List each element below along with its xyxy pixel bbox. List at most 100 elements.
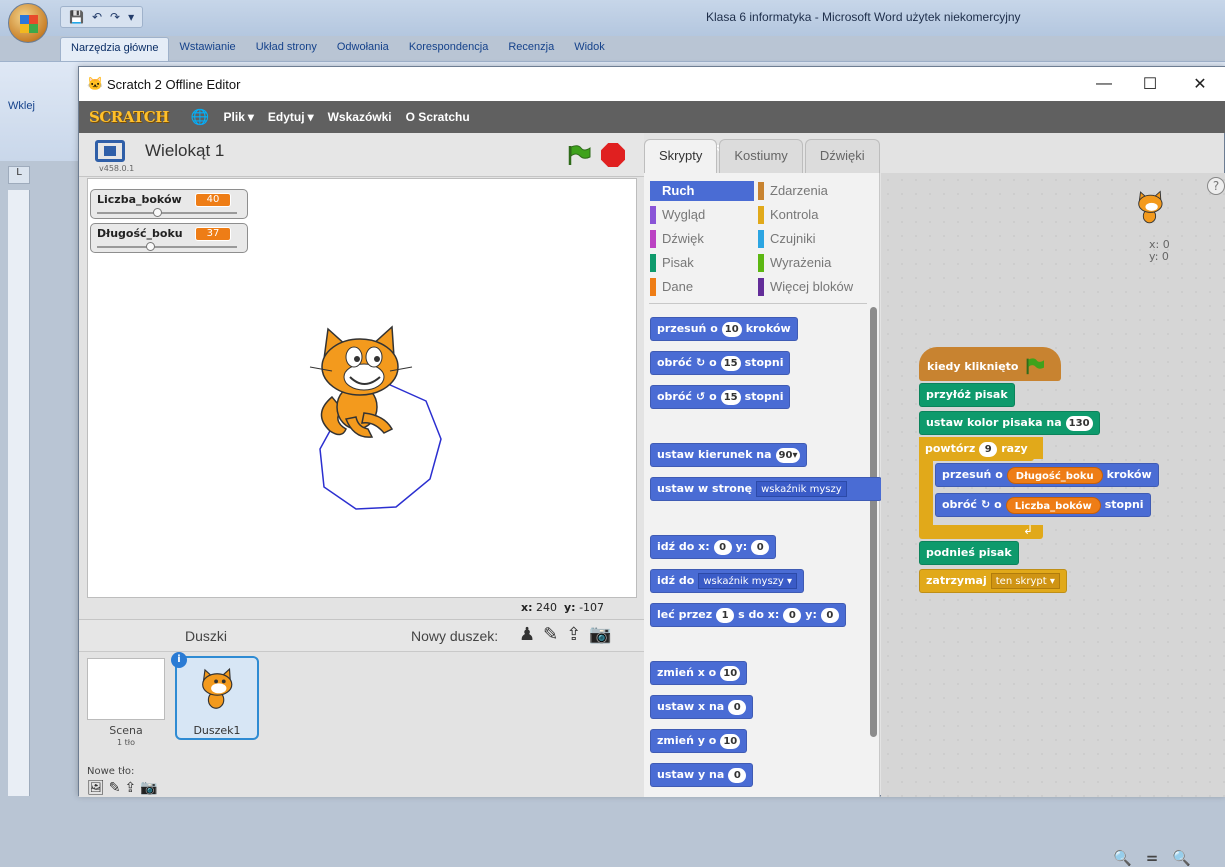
x-slot[interactable]: 0 — [783, 607, 802, 623]
block-move-steps[interactable]: przesuń o 10 kroków — [650, 317, 798, 341]
stage-thumbnail[interactable] — [87, 658, 165, 720]
zoom-reset-icon[interactable]: = — [1146, 849, 1159, 867]
x-slot[interactable]: 0 — [713, 539, 732, 555]
zoom-out-icon[interactable]: 🔍 — [1113, 849, 1132, 867]
block-set-pen-color[interactable]: ustaw kolor pisaka na 130 — [919, 411, 1100, 435]
slider-knob[interactable] — [146, 242, 155, 251]
camera-backdrop-icon[interactable]: 📷 — [140, 780, 157, 796]
upload-sprite-icon[interactable]: ⇪ — [566, 624, 581, 645]
stop-icon[interactable] — [601, 143, 625, 167]
scratch-logo[interactable]: SCRATCH — [89, 108, 169, 126]
green-flag-icon[interactable] — [567, 144, 591, 166]
word-tab-home[interactable]: Narzędzia główne — [60, 37, 170, 61]
tab-scripts[interactable]: Skrypty — [644, 139, 718, 173]
category-sensing[interactable]: Czujniki — [758, 229, 862, 249]
y-slot[interactable]: 0 — [751, 539, 770, 555]
stage-canvas[interactable]: Liczba_boków 40 Długość_boku 37 — [87, 178, 637, 598]
block-repeat-header[interactable]: powtórz 9 razy — [919, 437, 1034, 461]
block-pen-down[interactable]: przyłóż pisak — [919, 383, 1015, 407]
save-icon[interactable]: 💾 — [69, 10, 84, 24]
dropdown-slot[interactable]: ten skrypt ▾ — [990, 573, 1060, 589]
direction-slot[interactable]: 90▾ — [775, 447, 801, 463]
menu-file[interactable]: Plik ▾ — [224, 110, 254, 124]
block-goto[interactable]: idź do wskaźnik myszy ▾ — [650, 569, 805, 593]
block-glide[interactable]: leć przez 1 s do x: 0 y: 0 — [650, 603, 846, 627]
y-slot[interactable]: 0 — [820, 607, 839, 623]
menu-edit[interactable]: Edytuj ▾ — [268, 110, 314, 124]
variable-reporter[interactable]: Liczba_boków — [1005, 496, 1101, 514]
dropdown-slot[interactable]: wskaźnik myszy — [756, 481, 847, 497]
customize-icon[interactable]: ▾ — [128, 10, 134, 24]
block-change-y[interactable]: zmień y o 10 — [650, 729, 748, 753]
block-pen-up[interactable]: podnieś pisak — [919, 541, 1019, 565]
number-slot[interactable]: 10 — [721, 321, 742, 337]
block-point-towards[interactable]: ustaw w stronę wskaźnik myszy — [650, 477, 882, 501]
globe-icon[interactable]: 🌐 — [191, 108, 210, 126]
zoom-in-icon[interactable]: 🔍 — [1172, 849, 1191, 867]
block-set-y[interactable]: ustaw y na 0 — [650, 763, 754, 787]
tab-costumes[interactable]: Kostiumy — [719, 139, 803, 173]
info-icon[interactable]: i — [171, 652, 187, 668]
category-events[interactable]: Zdarzenia — [758, 181, 862, 201]
redo-icon[interactable]: ↷ — [110, 10, 120, 24]
block-move-variable[interactable]: przesuń o Długość_boku kroków — [935, 463, 1159, 487]
choose-sprite-library-icon[interactable]: ♟ — [519, 624, 535, 645]
maximize-button[interactable]: ☐ — [1127, 67, 1173, 101]
category-pen[interactable]: Pisak — [650, 253, 754, 273]
category-control[interactable]: Kontrola — [758, 205, 862, 225]
paint-backdrop-icon[interactable]: ✎ — [109, 780, 121, 796]
undo-icon[interactable]: ↶ — [92, 10, 102, 24]
number-slot[interactable]: 15 — [720, 355, 741, 371]
variable-reporter[interactable]: Długość_boku — [1006, 466, 1103, 484]
dropdown-slot[interactable]: wskaźnik myszy ▾ — [698, 573, 798, 589]
script-area[interactable]: ? x: 0 y: 0 kiedy kliknięto przyłóż pisak… — [881, 173, 1225, 867]
number-slot[interactable]: 15 — [720, 389, 741, 405]
menu-tips[interactable]: Wskazówki — [328, 110, 392, 124]
category-motion[interactable]: Ruch — [650, 181, 754, 201]
block-turn-variable[interactable]: obróć ↻ o Liczba_boków stopni — [935, 493, 1151, 517]
number-slot[interactable]: 0 — [728, 767, 747, 783]
category-looks[interactable]: Wygląd — [650, 205, 754, 225]
project-title[interactable]: Wielokąt 1 — [145, 141, 224, 161]
number-slot[interactable]: 10 — [720, 733, 741, 749]
word-tab-view[interactable]: Widok — [564, 37, 615, 61]
category-more-blocks[interactable]: Więcej bloków — [758, 277, 862, 297]
block-stop[interactable]: zatrzymaj ten skrypt ▾ — [919, 569, 1067, 593]
tab-selector[interactable]: L — [8, 166, 30, 184]
word-tab-review[interactable]: Recenzja — [498, 37, 564, 61]
block-set-x[interactable]: ustaw x na 0 — [650, 695, 754, 719]
sprite-thumbnail[interactable]: i Duszek1 — [171, 652, 259, 740]
block-turn-right[interactable]: obróć ↻ o 15 stopni — [650, 351, 791, 375]
camera-icon[interactable]: 📷 — [589, 624, 611, 645]
block-turn-left[interactable]: obróć ↺ o 15 stopni — [650, 385, 791, 409]
number-slot[interactable]: 0 — [728, 699, 747, 715]
help-icon[interactable]: ? — [1207, 177, 1225, 195]
office-button[interactable] — [8, 3, 48, 43]
block-change-x[interactable]: zmień x o 10 — [650, 661, 748, 685]
number-slot[interactable]: 10 — [720, 665, 741, 681]
presentation-mode-icon[interactable] — [95, 140, 125, 162]
time-slot[interactable]: 1 — [716, 607, 735, 623]
number-slot[interactable]: 130 — [1065, 415, 1093, 431]
number-slot[interactable]: 9 — [979, 441, 998, 457]
monitor-slider[interactable] — [97, 208, 237, 217]
word-tab-layout[interactable]: Układ strony — [246, 37, 327, 61]
menu-about[interactable]: O Scratchu — [406, 110, 470, 124]
category-data[interactable]: Dane — [650, 277, 754, 297]
close-button[interactable]: ✕ — [1177, 67, 1223, 101]
slider-knob[interactable] — [153, 208, 162, 217]
word-tab-references[interactable]: Odwołania — [327, 37, 399, 61]
backdrop-library-icon[interactable]: 🖼 — [87, 780, 105, 796]
minimize-button[interactable]: — — [1081, 67, 1127, 101]
cat-sprite[interactable] — [302, 319, 422, 449]
hat-block-when-flag-clicked[interactable]: kiedy kliknięto — [919, 347, 1061, 381]
palette-scrollbar[interactable] — [870, 307, 877, 737]
category-sound[interactable]: Dźwięk — [650, 229, 754, 249]
word-tab-mailings[interactable]: Korespondencja — [399, 37, 499, 61]
block-point-direction[interactable]: ustaw kierunek na 90▾ — [650, 443, 808, 467]
paint-sprite-icon[interactable]: ✎ — [543, 624, 558, 645]
paste-button[interactable]: Wklej — [8, 100, 35, 112]
block-goto-xy[interactable]: idź do x: 0 y: 0 — [650, 535, 777, 559]
word-tab-insert[interactable]: Wstawianie — [169, 37, 245, 61]
category-operators[interactable]: Wyrażenia — [758, 253, 862, 273]
